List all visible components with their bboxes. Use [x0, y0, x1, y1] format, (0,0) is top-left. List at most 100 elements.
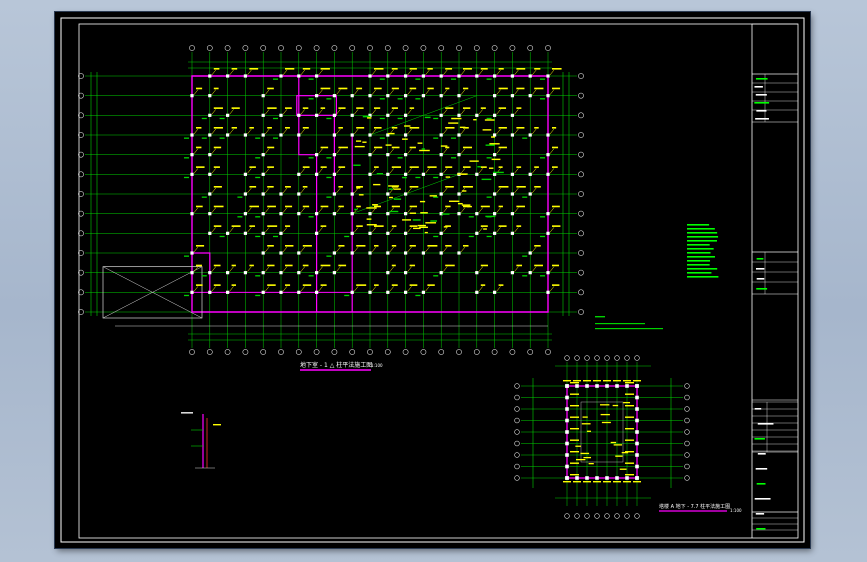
- column: [439, 153, 443, 157]
- column-label-mark: [184, 255, 189, 257]
- tower-column-label: [593, 481, 601, 483]
- axis-bubble-top: [402, 45, 409, 51]
- column-leader: [549, 148, 555, 154]
- column-label-mark: [320, 284, 327, 286]
- column: [528, 172, 532, 176]
- column-leader: [265, 227, 270, 233]
- column-label-mark: [391, 68, 398, 70]
- column-label-mark: [267, 186, 274, 188]
- dense-annotation-mark: [388, 196, 393, 199]
- main-plan-title: 地下室 - 1 △ 柱平法施工图: [300, 361, 372, 369]
- column: [439, 133, 443, 137]
- dense-annotation-mark: [491, 158, 501, 161]
- tower-axis-bubble-top: [624, 355, 630, 361]
- column-label-mark: [184, 176, 189, 179]
- sheet-inner-border: [78, 23, 799, 539]
- axis-bubble-right: [578, 269, 584, 276]
- column-label-mark: [302, 166, 310, 168]
- column-label-mark: [285, 284, 291, 286]
- column-label-mark: [391, 225, 397, 227]
- axis-bubble-top: [189, 45, 195, 51]
- column: [386, 192, 390, 196]
- dense-annotation-mark: [366, 207, 377, 209]
- column-leader: [318, 266, 323, 272]
- column: [493, 113, 497, 117]
- column-label-mark: [486, 78, 492, 80]
- title-block-text-mark: [756, 483, 766, 485]
- dense-annotation-mark: [481, 178, 492, 181]
- column-label-mark: [534, 87, 544, 90]
- axis-bubble-top: [473, 45, 480, 51]
- axis-bubble-bottom: [527, 349, 534, 355]
- column-label-mark: [213, 284, 221, 286]
- column-label-mark: [516, 166, 522, 168]
- column-label-mark: [184, 294, 189, 297]
- column-leader: [443, 246, 448, 253]
- column-label-mark: [409, 87, 417, 90]
- tower-axis-bubble-top: [634, 355, 640, 361]
- dense-annotation-mark: [413, 227, 421, 230]
- tower-axis-bubble-bottom: [594, 513, 600, 519]
- column-label-mark: [255, 235, 261, 238]
- column-leader: [247, 168, 252, 174]
- column-leader: [389, 227, 394, 233]
- axis-bubble-top: [295, 45, 302, 51]
- dense-annotation-mark: [443, 226, 448, 228]
- column-label-mark: [540, 157, 545, 159]
- column-label-mark: [498, 68, 504, 70]
- tower-column-label: [583, 481, 591, 483]
- column-leader: [549, 207, 555, 213]
- title-block-text-mark: [754, 86, 763, 88]
- axis-bubble-top: [545, 45, 551, 51]
- column-label-mark: [356, 284, 367, 286]
- column-leader: [443, 89, 448, 95]
- column-label-mark: [498, 284, 504, 286]
- column-leader: [514, 187, 519, 194]
- column: [315, 290, 319, 294]
- dense-annotation-mark: [417, 224, 426, 227]
- column-leader: [354, 286, 359, 292]
- column-leader: [443, 266, 448, 272]
- column-leader: [247, 69, 252, 76]
- column-leader: [318, 89, 323, 95]
- axis-bubble-bottom: [260, 349, 267, 355]
- column: [350, 290, 354, 294]
- column-leader: [211, 266, 216, 272]
- column-label-mark: [445, 87, 450, 90]
- dense-annotation-mark: [388, 188, 393, 190]
- column: [439, 113, 443, 117]
- tower-plan-scale: 1:100: [730, 508, 742, 513]
- axis-bubble-bottom: [295, 349, 302, 355]
- dense-annotation-mark: [459, 126, 466, 129]
- column-leader: [229, 266, 234, 272]
- column-leader: [193, 168, 199, 174]
- column-leader: [389, 246, 394, 253]
- column-label-mark: [374, 107, 381, 109]
- tower-axis-bubble-right: [684, 440, 690, 447]
- tower-column: [605, 476, 609, 480]
- column: [226, 133, 230, 137]
- column-leader: [478, 266, 483, 272]
- tower-axis-bubble-bottom: [584, 513, 590, 519]
- dense-annotation-mark: [366, 224, 377, 226]
- column-leader: [478, 286, 483, 292]
- column-label-mark: [255, 157, 261, 159]
- column: [190, 271, 194, 275]
- column-leader: [318, 227, 323, 233]
- dense-annotation-mark: [451, 117, 462, 120]
- column: [315, 113, 319, 117]
- drawing-viewport[interactable]: 地下室 - 1 △ 柱平法施工图 1:100 塔楼 A 地下 - 7.7 柱平法…: [55, 12, 810, 548]
- column-label-mark: [463, 68, 472, 70]
- column-leader: [300, 187, 305, 194]
- column: [404, 212, 408, 216]
- cad-drawing-sheet[interactable]: 地下室 - 1 △ 柱平法施工图 1:100 塔楼 A 地下 - 7.7 柱平法…: [55, 12, 810, 548]
- column-leader: [282, 286, 288, 292]
- column-leader: [496, 148, 501, 154]
- design-notes: [687, 224, 719, 278]
- column-leader: [336, 89, 341, 95]
- column: [279, 113, 283, 117]
- tower-axis-bubble-top: [564, 355, 570, 361]
- column-label-mark: [480, 284, 486, 286]
- tower-column-label: [633, 380, 641, 382]
- legend-text-mark: [687, 264, 710, 266]
